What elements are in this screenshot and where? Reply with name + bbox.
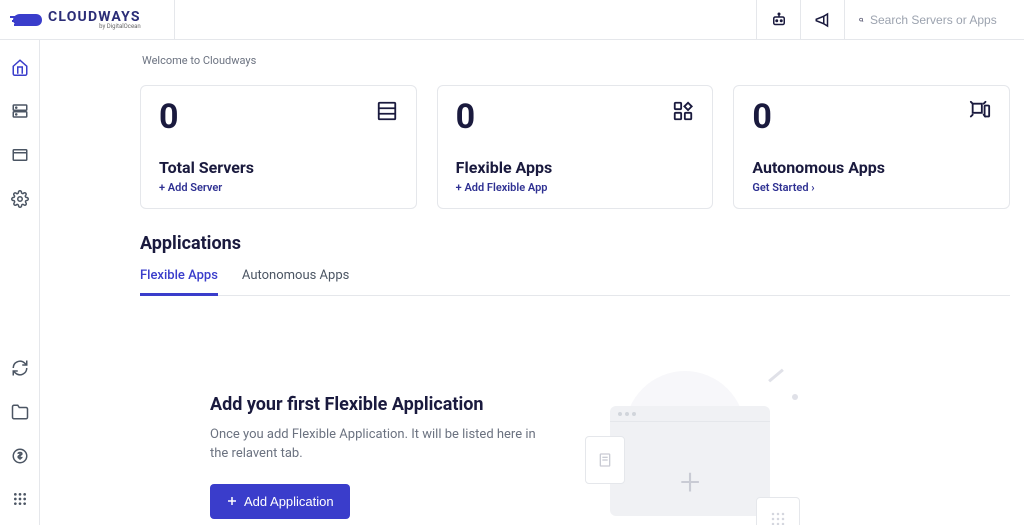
- topbar: CLOUDWAYS by DigitalOcean: [0, 0, 1024, 40]
- home-icon: [11, 58, 29, 76]
- tab-autonomous-apps[interactable]: Autonomous Apps: [242, 268, 349, 295]
- server-card-icon: [376, 100, 398, 122]
- search-input[interactable]: [870, 13, 1010, 27]
- add-flexible-app-link[interactable]: + Add Flexible App: [456, 181, 695, 194]
- sidebar-settings[interactable]: [11, 190, 29, 208]
- bot-icon-button[interactable]: [756, 0, 800, 40]
- card-flexible-apps: 0 Flexible Apps + Add Flexible App: [437, 85, 714, 209]
- brand-byline: by DigitalOcean: [48, 24, 141, 30]
- cloud-logo-icon: [10, 10, 44, 30]
- card-title: Autonomous Apps: [752, 158, 991, 177]
- add-application-button[interactable]: Add Application: [210, 484, 350, 519]
- search-icon: [859, 13, 864, 27]
- sidebar-projects[interactable]: [11, 403, 29, 421]
- sidebar-servers[interactable]: [11, 102, 29, 120]
- applications-heading: Applications: [140, 233, 1010, 254]
- main-content: Welcome to Cloudways 0 Total Servers + A…: [40, 40, 1024, 525]
- bot-icon: [770, 11, 788, 29]
- empty-state: Add your first Flexible Application Once…: [140, 366, 1010, 525]
- search-box[interactable]: [844, 0, 1024, 40]
- dollar-icon: [11, 447, 29, 465]
- tab-flexible-apps[interactable]: Flexible Apps: [140, 268, 218, 296]
- card-number: 0: [456, 100, 476, 134]
- card-number: 0: [752, 100, 772, 134]
- sidebar-apps[interactable]: [11, 146, 29, 164]
- sidebar-billing[interactable]: [11, 447, 29, 465]
- card-total-servers: 0 Total Servers + Add Server: [140, 85, 417, 209]
- applications-tabs: Flexible Apps Autonomous Apps: [140, 268, 1010, 296]
- card-title: Total Servers: [159, 158, 398, 177]
- grid-icon: [12, 491, 28, 507]
- logo[interactable]: CLOUDWAYS by DigitalOcean: [0, 0, 175, 40]
- card-title: Flexible Apps: [456, 158, 695, 177]
- add-application-label: Add Application: [244, 494, 334, 509]
- empty-title: Add your first Flexible Application: [210, 394, 550, 415]
- folder-icon: [11, 403, 29, 421]
- card-autonomous-apps: 0 Autonomous Apps Get Started ›: [733, 85, 1010, 209]
- welcome-text: Welcome to Cloudways: [142, 54, 1010, 67]
- brand-name: CLOUDWAYS: [48, 10, 141, 24]
- plus-icon: [226, 495, 238, 507]
- window-icon: [11, 146, 29, 164]
- megaphone-icon: [814, 11, 832, 29]
- card-number: 0: [159, 100, 179, 134]
- add-server-link[interactable]: + Add Server: [159, 181, 398, 194]
- sidebar-grid[interactable]: [12, 491, 28, 507]
- apps-card-icon: [672, 100, 694, 122]
- get-started-link[interactable]: Get Started ›: [752, 181, 991, 194]
- autonomous-card-icon: [969, 100, 991, 122]
- doc-icon: [597, 452, 613, 468]
- grid-dots-icon: [768, 509, 788, 525]
- refresh-icon: [11, 359, 29, 377]
- server-icon: [11, 102, 29, 120]
- empty-desc: Once you add Flexible Application. It wi…: [210, 425, 550, 464]
- gear-icon: [11, 190, 29, 208]
- sidebar-home[interactable]: [11, 58, 29, 76]
- summary-cards: 0 Total Servers + Add Server 0 Flexible …: [140, 85, 1010, 209]
- sidebar: [0, 40, 40, 525]
- sidebar-migrate[interactable]: [11, 359, 29, 377]
- empty-illustration: +: [590, 366, 810, 525]
- announcement-icon-button[interactable]: [800, 0, 844, 40]
